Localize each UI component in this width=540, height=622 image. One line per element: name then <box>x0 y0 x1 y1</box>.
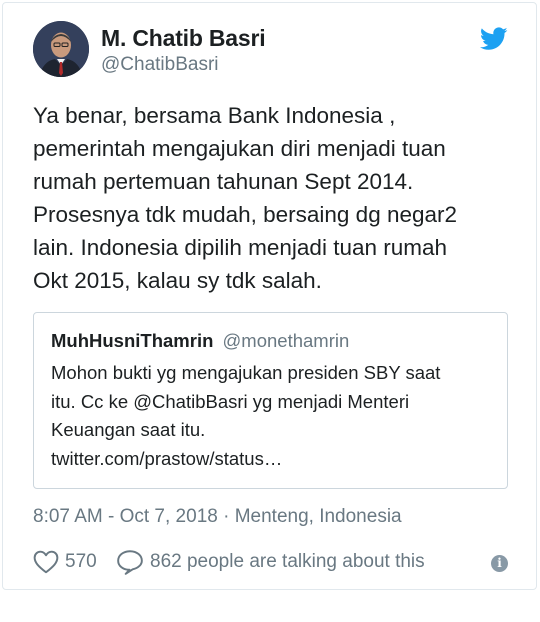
quoted-tweet[interactable]: MuhHusniThamrin @monethamrin Mohon bukti… <box>33 312 508 489</box>
tweet-actions: 570 862 people are talking about this i <box>33 547 513 577</box>
heart-icon <box>33 550 59 574</box>
twitter-bird-icon[interactable] <box>479 27 508 51</box>
quoted-author-name: MuhHusniThamrin <box>51 330 214 351</box>
quoted-author-handle: @monethamrin <box>222 330 350 351</box>
avatar-portrait-icon <box>33 21 89 77</box>
like-button[interactable]: 570 <box>33 547 97 577</box>
conversation-button[interactable]: 862 people are talking about this <box>116 547 425 577</box>
tweet-header: M. Chatib Basri @ChatibBasri <box>3 3 536 93</box>
like-count: 570 <box>65 551 97 572</box>
info-icon[interactable]: i <box>491 555 508 572</box>
embedded-tweet-card: M. Chatib Basri @ChatibBasri Ya benar, b… <box>2 2 537 590</box>
speech-bubble-icon <box>117 550 143 575</box>
tweet-body-text: Ya benar, bersama Bank Indonesia , pemer… <box>33 103 458 293</box>
talking-count: 862 people are talking about this <box>150 551 425 572</box>
author-avatar[interactable] <box>33 21 89 77</box>
quoted-tweet-header: MuhHusniThamrin @monethamrin <box>51 330 349 352</box>
tweet-timestamp[interactable]: 8:07 AM - Oct 7, 2018 · Menteng, Indones… <box>33 506 402 528</box>
author-name[interactable]: M. Chatib Basri <box>101 25 266 52</box>
quoted-tweet-text: Mohon bukti yg mengajukan presiden SBY s… <box>51 362 441 469</box>
author-handle[interactable]: @ChatibBasri <box>101 54 219 76</box>
